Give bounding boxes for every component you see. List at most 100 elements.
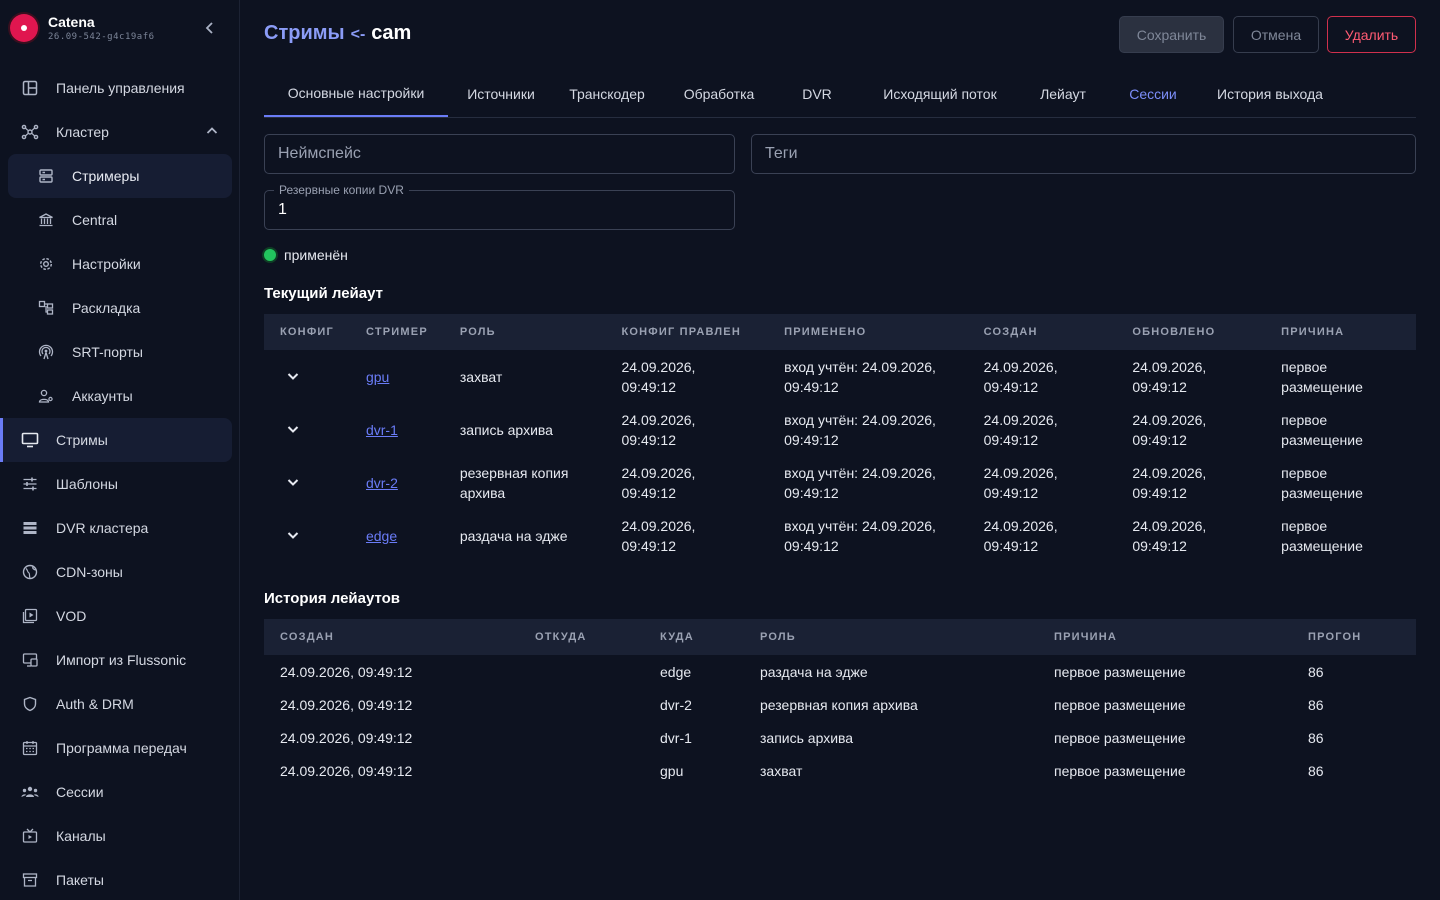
streamer-link[interactable]: edge	[366, 528, 397, 544]
cancel-button[interactable]: Отмена	[1233, 16, 1319, 53]
sidebar-item-packages[interactable]: Пакеты	[0, 858, 240, 900]
table-row: 24.09.2026, 09:49:12 dvr-1 запись архива…	[264, 721, 1416, 754]
applied-cell: вход учтён: 24.09.2026, 09:49:12	[784, 358, 936, 395]
col-reason: Причина	[1265, 314, 1416, 350]
layout-history-table: Создан Откуда Куда Роль Причина Прогон 2…	[264, 619, 1416, 787]
streamer-link[interactable]: dvr-1	[366, 422, 398, 438]
config-edited-cell: 24.09.2026, 09:49:12	[621, 411, 696, 448]
sidebar-item-label: Раскладка	[72, 300, 141, 316]
created-cell: 24.09.2026, 09:49:12	[983, 358, 1058, 395]
tab-dvr[interactable]: DVR	[779, 70, 855, 117]
sidebar-item-cluster[interactable]: Кластер	[0, 110, 240, 154]
tab-transcoder[interactable]: Транскодер	[554, 70, 660, 117]
table-row: dvr-2 резервная копия архива 24.09.2026,…	[264, 456, 1416, 509]
col-streamer: Стример	[349, 314, 444, 350]
sidebar-item-label: Настройки	[72, 256, 141, 272]
tab-layout[interactable]: Лейаут	[1022, 70, 1104, 117]
sidebar-item-epg[interactable]: Программа передач	[0, 726, 240, 770]
applied-cell: вход учтён: 24.09.2026, 09:49:12	[784, 411, 936, 448]
monitor-icon	[20, 430, 40, 450]
expand-config-button[interactable]	[283, 472, 303, 492]
users-icon	[20, 782, 40, 802]
col-config-edited: Конфиг правлен	[605, 314, 769, 350]
collapse-sidebar-button[interactable]	[200, 18, 220, 38]
created-cell: 24.09.2026, 09:49:12	[280, 729, 413, 746]
created-cell: 24.09.2026, 09:49:12	[280, 696, 413, 713]
tab-sessions[interactable]: Сессии	[1112, 70, 1194, 117]
run-cell: 86	[1308, 663, 1324, 680]
table-row: dvr-1 запись архива 24.09.2026, 09:49:12 …	[264, 403, 1416, 456]
sidebar-item-channels[interactable]: Каналы	[0, 814, 240, 858]
role-cell: раздача на эдже	[760, 663, 868, 680]
stream-name: cam	[371, 22, 412, 44]
sidebar-item-label: Аккаунты	[72, 388, 133, 404]
delete-button[interactable]: Удалить	[1327, 16, 1416, 53]
from-cell	[519, 655, 644, 688]
sidebar-item-label: Каналы	[56, 828, 106, 844]
dvr-replicas-input[interactable]: Резервные копии DVR 1	[264, 183, 735, 230]
run-cell: 86	[1308, 729, 1324, 746]
tab-output-history[interactable]: История выхода	[1200, 70, 1340, 117]
expand-config-button[interactable]	[283, 419, 303, 439]
tags-placeholder: Теги	[765, 145, 798, 162]
sidebar-item-label: Кластер	[56, 124, 109, 140]
reason-cell: первое размещение	[1054, 762, 1186, 779]
updated-cell: 24.09.2026, 09:49:12	[1132, 358, 1207, 395]
sidebar-item-srt-ports[interactable]: SRT-порты	[0, 330, 240, 374]
chevron-down-icon	[287, 373, 299, 380]
sidebar-item-dashboard[interactable]: Панель управления	[0, 66, 240, 110]
streamer-link[interactable]: gpu	[366, 369, 389, 385]
run-cell: 86	[1308, 696, 1324, 713]
sidebar-item-cluster-dvr[interactable]: DVR кластера	[0, 506, 240, 550]
expand-config-button[interactable]	[283, 525, 303, 545]
brand: Catena 26.09-542-g4c19af6	[10, 12, 230, 48]
tab-processing[interactable]: Обработка	[666, 70, 772, 117]
sidebar-item-label: Программа передач	[56, 740, 187, 756]
sidebar-item-label: CDN-зоны	[56, 564, 123, 580]
role-cell: резервная копия архива	[459, 464, 569, 501]
from-cell	[519, 688, 644, 721]
sidebar-item-cdn-zones[interactable]: CDN-зоны	[0, 550, 240, 594]
sidebar-item-settings[interactable]: Настройки	[0, 242, 240, 286]
sidebar-item-sessions[interactable]: Сессии	[0, 770, 240, 814]
sidebar-item-auth-drm[interactable]: Auth & DRM	[0, 682, 240, 726]
reason-cell: первое размещение	[1054, 663, 1186, 680]
dashboard-icon	[20, 78, 40, 98]
breadcrumb-streams-link[interactable]: Стримы	[264, 22, 345, 44]
namespace-input[interactable]: Неймспейс	[264, 134, 735, 174]
tab-output-stream[interactable]: Исходящий поток	[862, 70, 1018, 117]
breadcrumb-arrow: <-	[350, 26, 366, 43]
tab-bar: Основные настройки Источники Транскодер …	[264, 70, 1416, 118]
sidebar-item-label: Central	[72, 212, 118, 228]
sidebar-item-layout[interactable]: Раскладка	[0, 286, 240, 330]
sidebar-item-templates[interactable]: Шаблоны	[0, 462, 240, 506]
col-to: Куда	[644, 619, 744, 655]
config-edited-cell: 24.09.2026, 09:49:12	[621, 358, 696, 395]
expand-config-button[interactable]	[283, 366, 303, 386]
applied-cell: вход учтён: 24.09.2026, 09:49:12	[784, 464, 936, 501]
streamer-link[interactable]: dvr-2	[366, 475, 398, 491]
col-run: Прогон	[1292, 619, 1416, 655]
table-row: 24.09.2026, 09:49:12 edge раздача на эдж…	[264, 655, 1416, 688]
sidebar-item-label: Шаблоны	[56, 476, 118, 492]
created-cell: 24.09.2026, 09:49:12	[983, 411, 1058, 448]
page-title: Стримы <- cam	[264, 22, 411, 45]
updated-cell: 24.09.2026, 09:49:12	[1132, 411, 1207, 448]
server-icon	[36, 166, 56, 186]
save-button[interactable]: Сохранить	[1119, 16, 1224, 53]
sidebar-item-accounts[interactable]: Аккаунты	[0, 374, 240, 418]
col-reason: Причина	[1038, 619, 1292, 655]
sidebar-item-streams[interactable]: Стримы	[0, 418, 232, 462]
role-cell: захват	[760, 762, 803, 779]
sidebar-item-central[interactable]: Central	[0, 198, 240, 242]
sidebar-item-streamers[interactable]: Стримеры	[8, 154, 232, 198]
sidebar-item-label: DVR кластера	[56, 520, 149, 536]
tab-sources[interactable]: Источники	[448, 70, 554, 117]
reason-cell: первое размещение	[1054, 729, 1186, 746]
tab-main-settings[interactable]: Основные настройки	[264, 70, 448, 117]
tags-input[interactable]: Теги	[751, 134, 1416, 174]
from-cell	[519, 721, 644, 754]
sidebar-item-label: SRT-порты	[72, 344, 143, 360]
sidebar-item-flussonic-import[interactable]: Импорт из Flussonic	[0, 638, 240, 682]
sidebar-item-vod[interactable]: VOD	[0, 594, 240, 638]
